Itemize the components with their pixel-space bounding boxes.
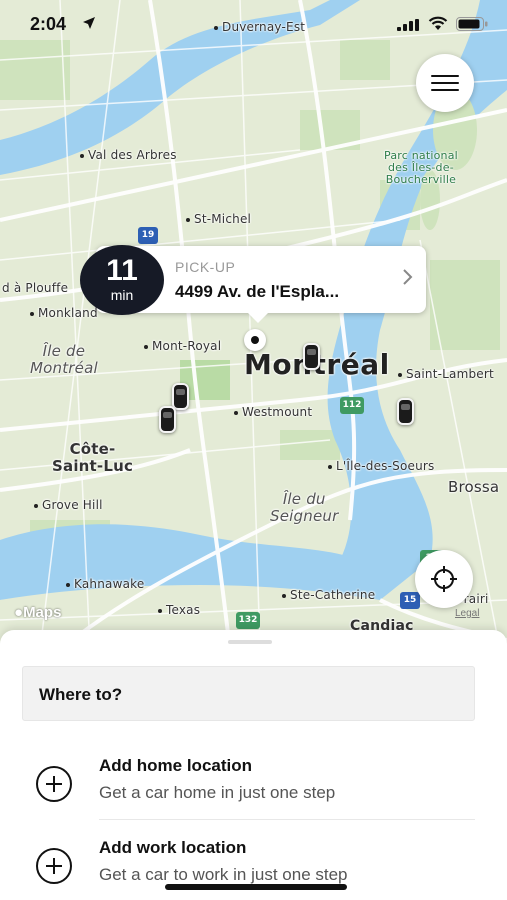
car-marker xyxy=(159,406,176,433)
cellular-signal-icon xyxy=(397,19,419,31)
place-westmount: Westmount xyxy=(234,405,312,419)
plus-circle-icon xyxy=(36,848,72,884)
place-kahnawake: Kahnawake xyxy=(66,577,144,591)
shortcut-title: Add work location xyxy=(99,838,247,857)
locate-button[interactable] xyxy=(415,550,473,608)
car-marker xyxy=(303,343,320,370)
place-grove-hill: Grove Hill xyxy=(34,498,103,512)
battery-icon xyxy=(456,17,488,31)
plus-circle-icon xyxy=(36,766,72,802)
sheet-grabber[interactable] xyxy=(228,640,272,644)
pickup-address: 4499 Av. de l'Espla... xyxy=(175,282,340,301)
bottom-sheet: Where to? Add home location Get a car ho… xyxy=(0,630,507,900)
eta-value: 11 xyxy=(106,254,138,287)
place-val-des-arbres: Val des Arbres xyxy=(80,148,177,162)
maps-attribution: ●Maps xyxy=(14,604,62,621)
hamburger-icon xyxy=(431,75,459,77)
where-to-label: Where to? xyxy=(39,685,123,704)
wifi-icon xyxy=(428,16,448,30)
home-indicator xyxy=(165,884,347,890)
pickup-label: PICK-UP xyxy=(175,259,236,275)
place-plouffe: d à Plouffe xyxy=(2,281,69,295)
shortcut-title: Add home location xyxy=(99,756,252,775)
eta-badge: 11 min xyxy=(80,245,164,315)
legal-link[interactable]: Legal xyxy=(455,608,479,619)
car-marker xyxy=(397,398,414,425)
place-brossard: Brossa xyxy=(448,478,500,496)
menu-button[interactable] xyxy=(416,54,474,112)
place-parc-national: Parc national des Îles-de- Boucherville xyxy=(384,149,458,186)
highway-15-shield: 15 xyxy=(400,592,420,609)
highway-19-shield: 19 xyxy=(138,227,158,244)
chevron-right-icon xyxy=(403,269,413,285)
place-ile-de-montreal: Île de Montréal xyxy=(30,342,98,377)
add-home-location-item[interactable]: Add home location Get a car home in just… xyxy=(0,748,507,818)
place-cote-saint-luc: Côte- Saint-Luc xyxy=(52,440,134,475)
crosshair-icon xyxy=(431,566,457,592)
location-arrow-icon xyxy=(83,17,95,29)
status-bar: 2:04 xyxy=(0,0,507,50)
eta-unit: min xyxy=(110,287,134,303)
shortcut-subtitle: Get a car to work in just one step xyxy=(99,865,348,884)
shortcut-subtitle: Get a car home in just one step xyxy=(99,783,336,802)
pickup-pin[interactable] xyxy=(244,329,266,351)
where-to-input[interactable]: Where to? xyxy=(22,666,475,721)
place-lile-des-soeurs: L'Île-des-Soeurs xyxy=(328,459,435,473)
car-marker xyxy=(172,383,189,410)
apple-logo-icon: ● xyxy=(14,604,24,621)
divider xyxy=(99,819,475,820)
place-monkland: Monkland xyxy=(30,306,98,320)
place-saint-lambert: Saint-Lambert xyxy=(398,367,494,381)
place-ste-catherine: Ste-Catherine xyxy=(282,588,375,602)
status-time: 2:04 xyxy=(30,14,67,34)
place-texas: Texas xyxy=(158,603,200,617)
place-ile-du-seigneur: Île du Seigneur xyxy=(270,490,339,525)
highway-112-shield: 112 xyxy=(340,397,364,414)
highway-132-shield: 132 xyxy=(236,612,260,629)
place-st-michel: St-Michel xyxy=(186,212,251,226)
place-mont-royal: Mont-Royal xyxy=(144,339,221,353)
